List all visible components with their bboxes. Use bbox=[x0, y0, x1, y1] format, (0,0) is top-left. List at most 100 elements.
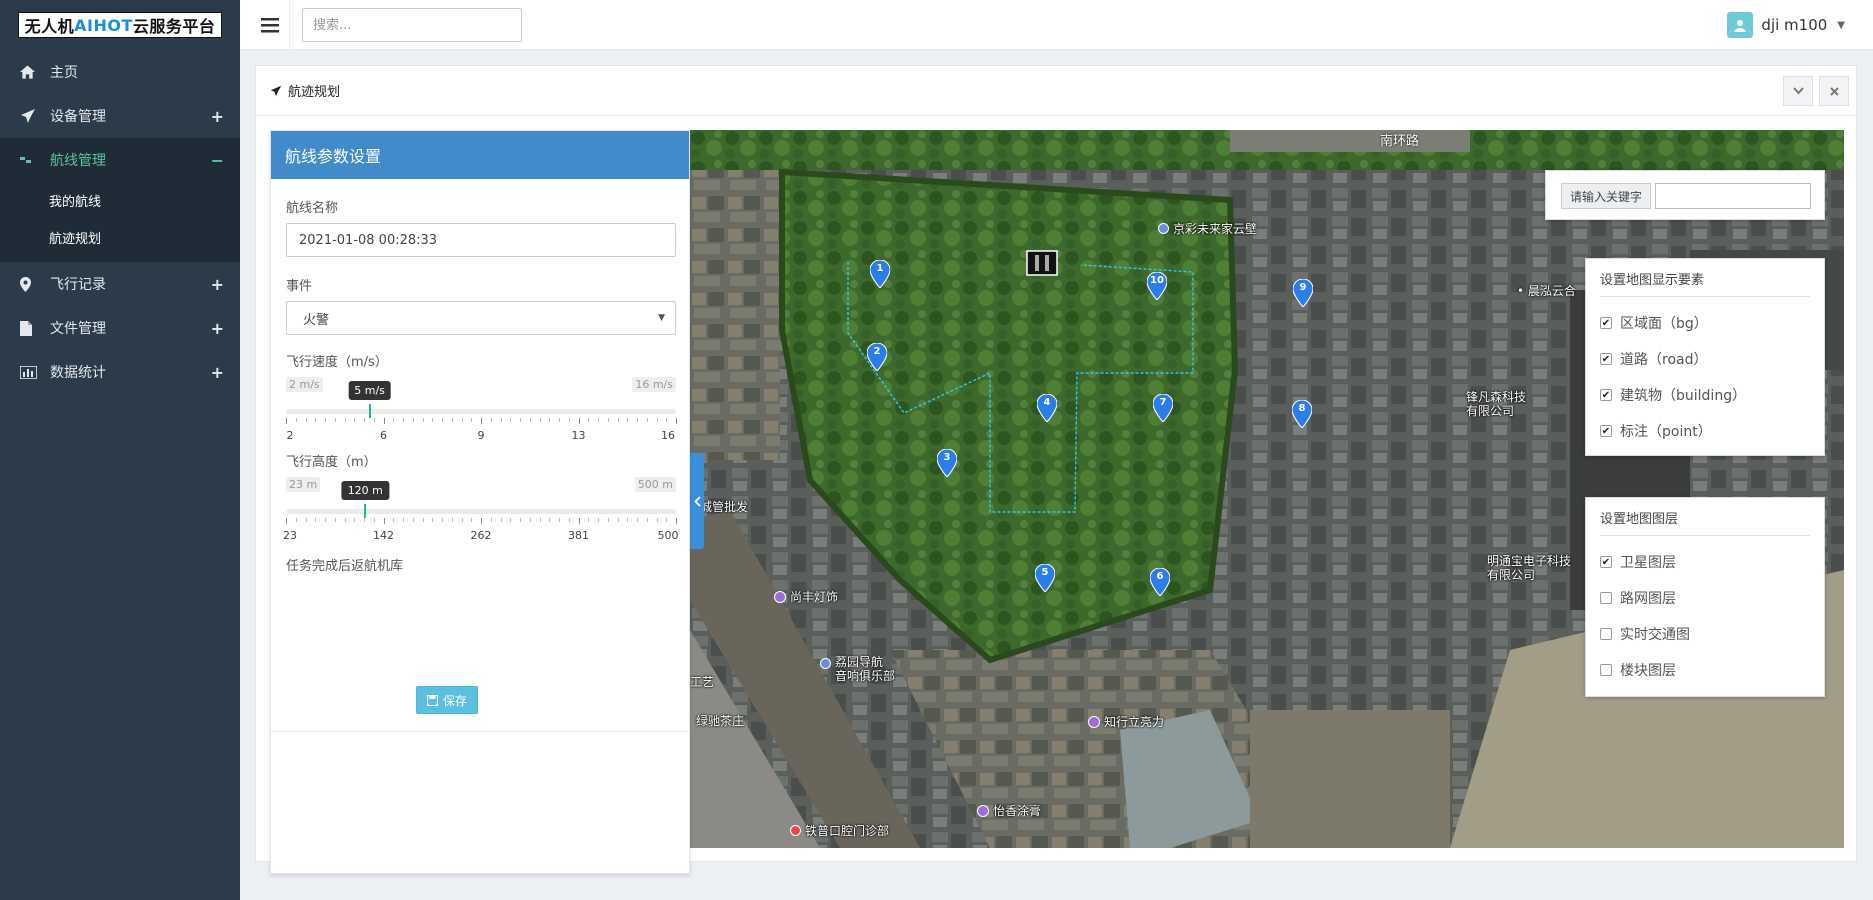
slider-tick-label: 16 bbox=[661, 429, 675, 442]
slider-tick bbox=[676, 418, 677, 424]
slider-ticks bbox=[286, 518, 677, 524]
slider-tick bbox=[559, 518, 560, 522]
map-search-label: 请输入关键字 bbox=[1561, 183, 1652, 209]
slider-tick bbox=[549, 518, 551, 522]
search-input[interactable] bbox=[302, 8, 522, 42]
expand-icon[interactable]: + bbox=[211, 363, 224, 382]
sidebar-item-files[interactable]: 文件管理 + bbox=[0, 306, 240, 350]
layer-toggle-buildings[interactable]: 楼块图层 bbox=[1600, 652, 1810, 688]
close-icon bbox=[1829, 86, 1839, 96]
slider-track[interactable] bbox=[286, 509, 676, 514]
element-toggle-building[interactable]: ✔ 建筑物（building） bbox=[1600, 377, 1810, 413]
sidebar-subitem-my-routes[interactable]: 我的航线 bbox=[0, 182, 240, 219]
expand-icon[interactable]: + bbox=[211, 107, 224, 126]
checkbox[interactable] bbox=[1600, 628, 1612, 640]
slider-tick bbox=[481, 418, 482, 424]
map-label-poi: 城管批发 bbox=[700, 500, 749, 514]
slider-tick bbox=[344, 418, 346, 422]
checkbox[interactable] bbox=[1600, 592, 1612, 604]
checkbox[interactable]: ✔ bbox=[1600, 556, 1612, 568]
sidebar-item-home[interactable]: 主页 bbox=[0, 50, 240, 94]
expand-icon[interactable]: + bbox=[211, 319, 224, 338]
slider-tick bbox=[607, 518, 609, 522]
slider-tick bbox=[549, 418, 551, 422]
close-box-button[interactable] bbox=[1819, 76, 1849, 106]
waypoint-marker[interactable]: 5 bbox=[1034, 563, 1056, 593]
checkbox[interactable]: ✔ bbox=[1600, 425, 1612, 437]
slider-tick bbox=[520, 418, 521, 422]
slider-tick bbox=[334, 418, 336, 422]
waypoint-marker[interactable]: 4 bbox=[1036, 393, 1058, 423]
waypoint-marker[interactable]: 7 bbox=[1152, 393, 1174, 423]
collapse-icon[interactable]: − bbox=[211, 151, 224, 170]
slider-tick bbox=[373, 418, 375, 422]
menu-toggle-button[interactable] bbox=[250, 0, 290, 50]
slider-tick bbox=[490, 518, 492, 522]
avatar bbox=[1727, 12, 1754, 38]
collapse-panel-button[interactable] bbox=[690, 453, 704, 549]
slider-tick bbox=[451, 518, 453, 522]
save-button[interactable]: 保存 bbox=[416, 686, 478, 714]
slider-tick bbox=[471, 518, 473, 522]
waypoint-number: 5 bbox=[1041, 567, 1049, 578]
sidebar-subitem-track-planning[interactable]: 航迹规划 bbox=[0, 219, 240, 256]
slider-tick-label: 500 bbox=[657, 529, 679, 542]
shop-icon bbox=[1088, 715, 1100, 728]
map-canvas[interactable] bbox=[690, 130, 1844, 848]
checkbox[interactable] bbox=[1600, 664, 1612, 676]
waypoint-marker[interactable]: 3 bbox=[936, 448, 958, 478]
altitude-slider[interactable]: 23 m 500 m 120 m 23 142 262 381 500 bbox=[283, 477, 679, 547]
slider-tick bbox=[383, 518, 385, 524]
slider-handle[interactable] bbox=[368, 404, 371, 418]
sidebar-item-stats[interactable]: 数据统计 + bbox=[0, 350, 240, 394]
slider-tick bbox=[617, 418, 619, 422]
waypoint-marker[interactable]: 8 bbox=[1291, 399, 1313, 429]
layer-toggle-traffic[interactable]: 实时交通图 bbox=[1600, 616, 1810, 652]
slider-ticks bbox=[286, 418, 677, 424]
hamburger-icon bbox=[260, 17, 279, 32]
map-label-poi: 怡香涂膏 bbox=[977, 802, 1041, 819]
user-menu[interactable]: dji m100 ▼ bbox=[1727, 0, 1845, 50]
slider-track[interactable] bbox=[286, 409, 676, 414]
element-toggle-road[interactable]: ✔ 道路（road） bbox=[1600, 341, 1810, 377]
element-toggle-point[interactable]: ✔ 标注（point） bbox=[1600, 413, 1810, 449]
waypoint-marker[interactable]: 1 bbox=[869, 259, 891, 289]
expand-icon[interactable]: + bbox=[211, 275, 224, 294]
route-name-input[interactable]: 2021-01-08 00:28:33 bbox=[286, 223, 676, 257]
return-to-hangar-label: 任务完成后返航机库 bbox=[286, 559, 404, 574]
slider-tick bbox=[461, 418, 463, 422]
speed-slider[interactable]: 2 m/s 16 m/s 5 m/s 2 6 9 13 16 bbox=[286, 377, 677, 447]
layer-toggle-satellite[interactable]: ✔ 卫星图层 bbox=[1600, 544, 1810, 580]
checkbox[interactable]: ✔ bbox=[1600, 389, 1612, 401]
chevron-left-icon bbox=[693, 495, 701, 507]
checkbox[interactable]: ✔ bbox=[1600, 353, 1612, 365]
layer-toggle-roadnet[interactable]: 路网图层 bbox=[1600, 580, 1810, 616]
checkbox[interactable]: ✔ bbox=[1600, 317, 1612, 329]
collapse-box-button[interactable] bbox=[1783, 76, 1813, 106]
slider-tick bbox=[383, 418, 385, 424]
slider-tick bbox=[646, 518, 648, 522]
drone-marker[interactable] bbox=[1026, 250, 1058, 276]
sidebar-item-devices[interactable]: 设备管理 + bbox=[0, 94, 240, 138]
panel-title: 航线参数设置 bbox=[271, 131, 689, 179]
waypoint-marker[interactable]: 9 bbox=[1292, 278, 1314, 308]
element-toggle-bg[interactable]: ✔ 区域面（bg） bbox=[1600, 305, 1810, 341]
slider-handle[interactable] bbox=[364, 504, 367, 518]
waypoint-marker[interactable]: 6 bbox=[1149, 567, 1171, 597]
caret-down-icon: ▼ bbox=[1837, 19, 1845, 31]
satellite-map[interactable]: 1 2 3 4 5 6 7 8 9 10 南环路 京彩未来家云壁 • 晨泓云合 锋凡森科技 有限公… bbox=[690, 130, 1844, 848]
bar-chart-icon bbox=[20, 365, 50, 379]
slider-max-label: 16 m/s bbox=[632, 377, 676, 392]
waypoint-number: 7 bbox=[1159, 397, 1167, 408]
slider-tick bbox=[442, 418, 443, 422]
sidebar-item-routes[interactable]: 航线管理 − bbox=[0, 138, 240, 182]
sidebar-item-flight-records[interactable]: 飞行记录 + bbox=[0, 262, 240, 306]
username: dji m100 bbox=[1761, 16, 1828, 34]
map-search-input[interactable] bbox=[1655, 183, 1811, 209]
waypoint-marker[interactable]: 2 bbox=[866, 342, 888, 372]
slider-tick bbox=[578, 518, 580, 524]
waypoint-marker[interactable]: 10 bbox=[1146, 271, 1168, 301]
slider-tick-label: 23 bbox=[283, 529, 297, 542]
event-select[interactable]: 火警 ▼ bbox=[286, 301, 676, 335]
poi-icon bbox=[820, 658, 831, 669]
